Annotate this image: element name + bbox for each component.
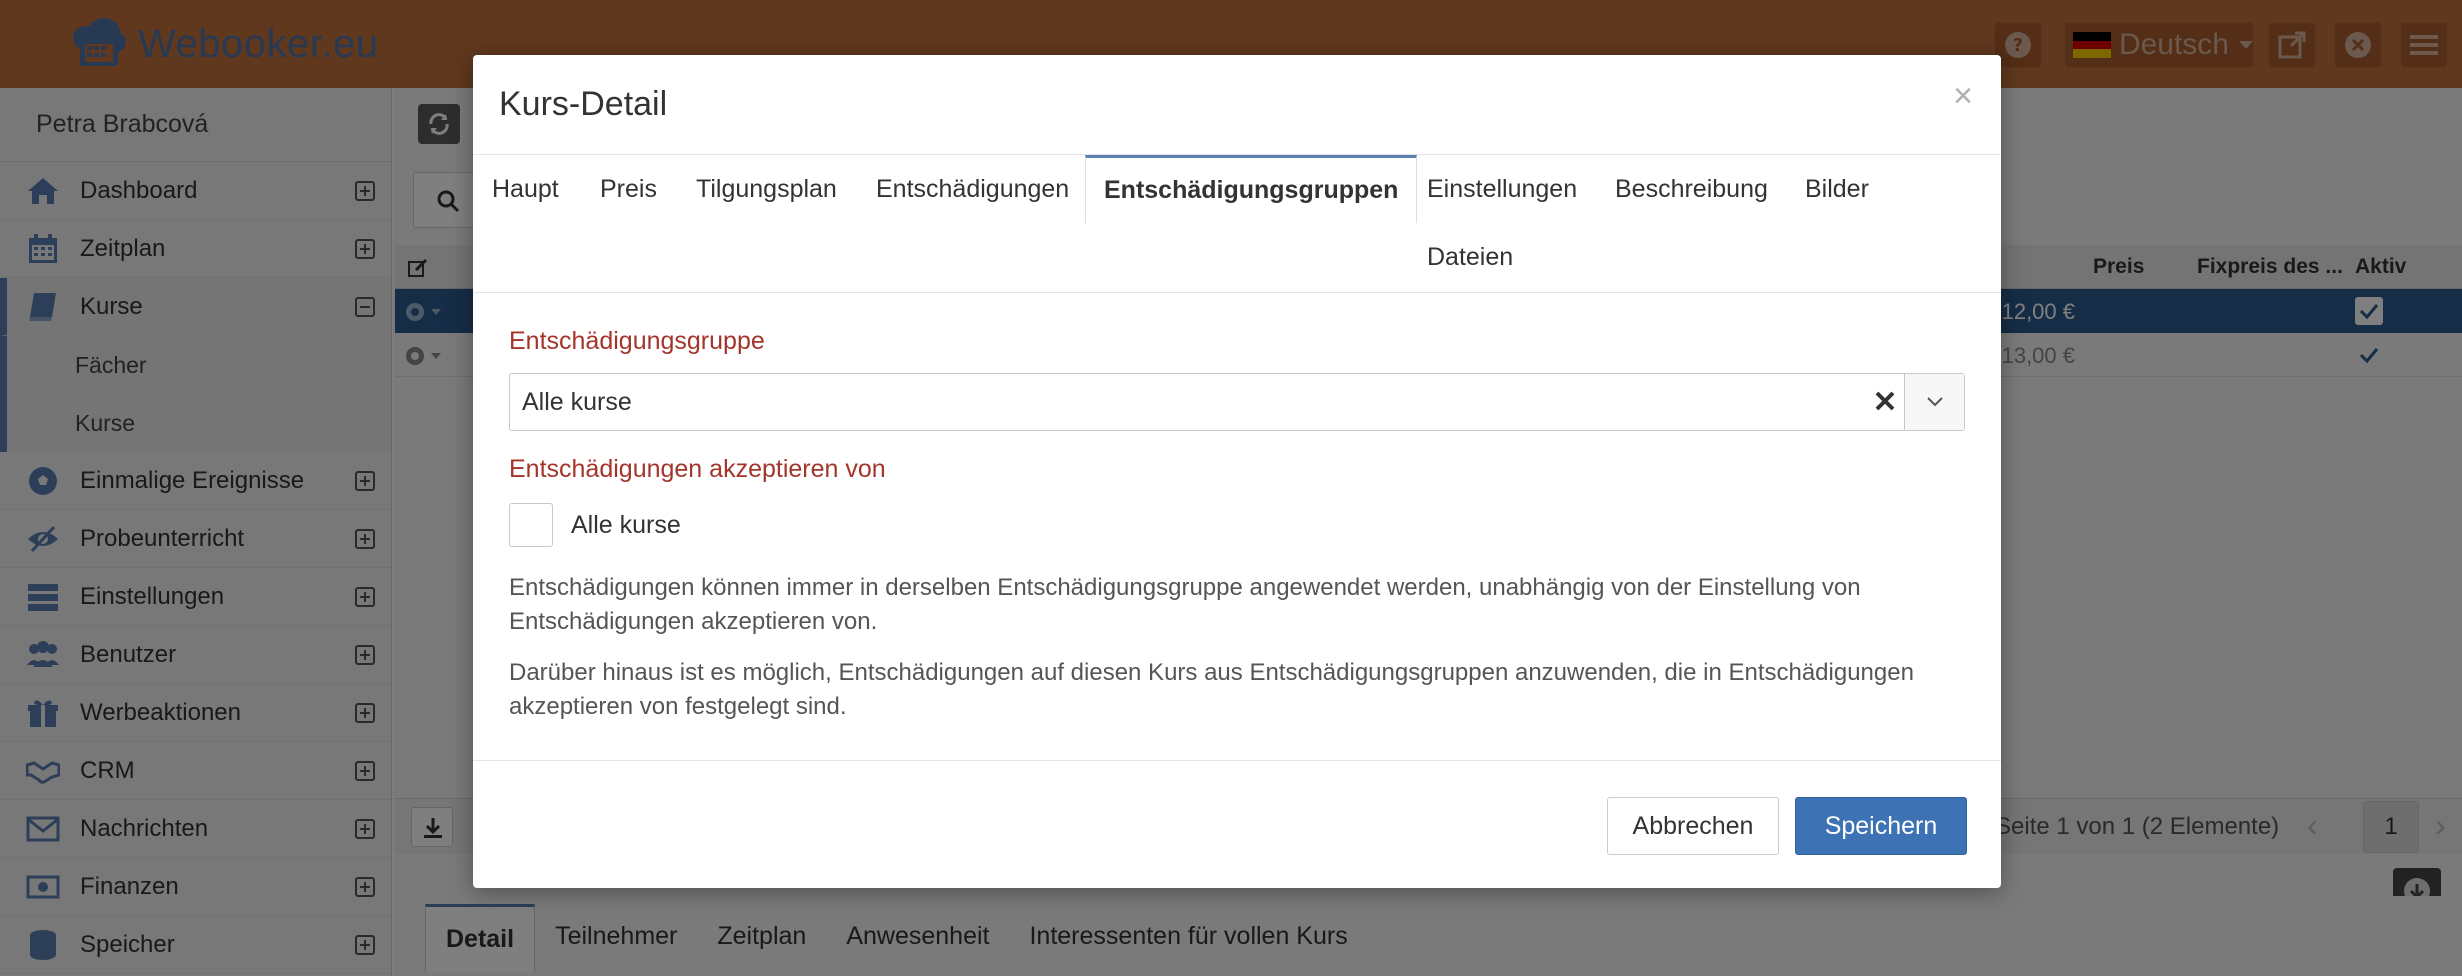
select-value: Alle kurse bbox=[522, 388, 632, 416]
dropdown-toggle[interactable] bbox=[1904, 374, 1964, 430]
accept-all-courses-checkbox[interactable] bbox=[509, 503, 553, 547]
cancel-button[interactable]: Abbrechen bbox=[1607, 797, 1779, 855]
accept-from-label: Entschädigungen akzeptieren von bbox=[509, 455, 886, 483]
accept-all-courses-label: Alle kurse bbox=[571, 511, 681, 539]
close-icon[interactable]: × bbox=[1953, 77, 1973, 116]
tab-entschaedigungsgruppen[interactable]: Entschädigungsgruppen bbox=[1085, 155, 1418, 223]
tab-einstellungen[interactable]: Einstellungen bbox=[1427, 155, 1577, 223]
modal-title: Kurs-Detail bbox=[499, 85, 668, 123]
tab-bilder[interactable]: Bilder bbox=[1805, 155, 1869, 223]
modal-tabs: Haupt Preis Tilgungsplan Entschädigungen… bbox=[473, 155, 2001, 293]
help-text-2: Darüber hinaus ist es möglich, Entschädi… bbox=[509, 659, 1914, 720]
tab-entschaedigungen[interactable]: Entschädigungen bbox=[876, 155, 1069, 223]
save-button[interactable]: Speichern bbox=[1795, 797, 1967, 855]
modal-footer: Abbrechen Speichern bbox=[473, 760, 2001, 888]
tab-beschreibung[interactable]: Beschreibung bbox=[1615, 155, 1768, 223]
help-text-1: Entschädigungen können immer in derselbe… bbox=[509, 574, 1861, 635]
chevron-down-icon bbox=[1926, 397, 1943, 407]
modal-header: Kurs-Detail × bbox=[473, 55, 2001, 155]
clear-icon[interactable] bbox=[1872, 388, 1898, 414]
compensation-group-select[interactable]: Alle kurse bbox=[509, 373, 1965, 431]
tab-haupt[interactable]: Haupt bbox=[492, 155, 559, 223]
tab-preis[interactable]: Preis bbox=[600, 155, 657, 223]
tab-tilgungsplan[interactable]: Tilgungsplan bbox=[696, 155, 837, 223]
tab-dateien[interactable]: Dateien bbox=[1427, 223, 1513, 291]
compensation-group-label: Entschädigungsgruppe bbox=[509, 327, 765, 355]
course-detail-dialog: Kurs-Detail × Haupt Preis Tilgungsplan E… bbox=[473, 55, 2001, 888]
